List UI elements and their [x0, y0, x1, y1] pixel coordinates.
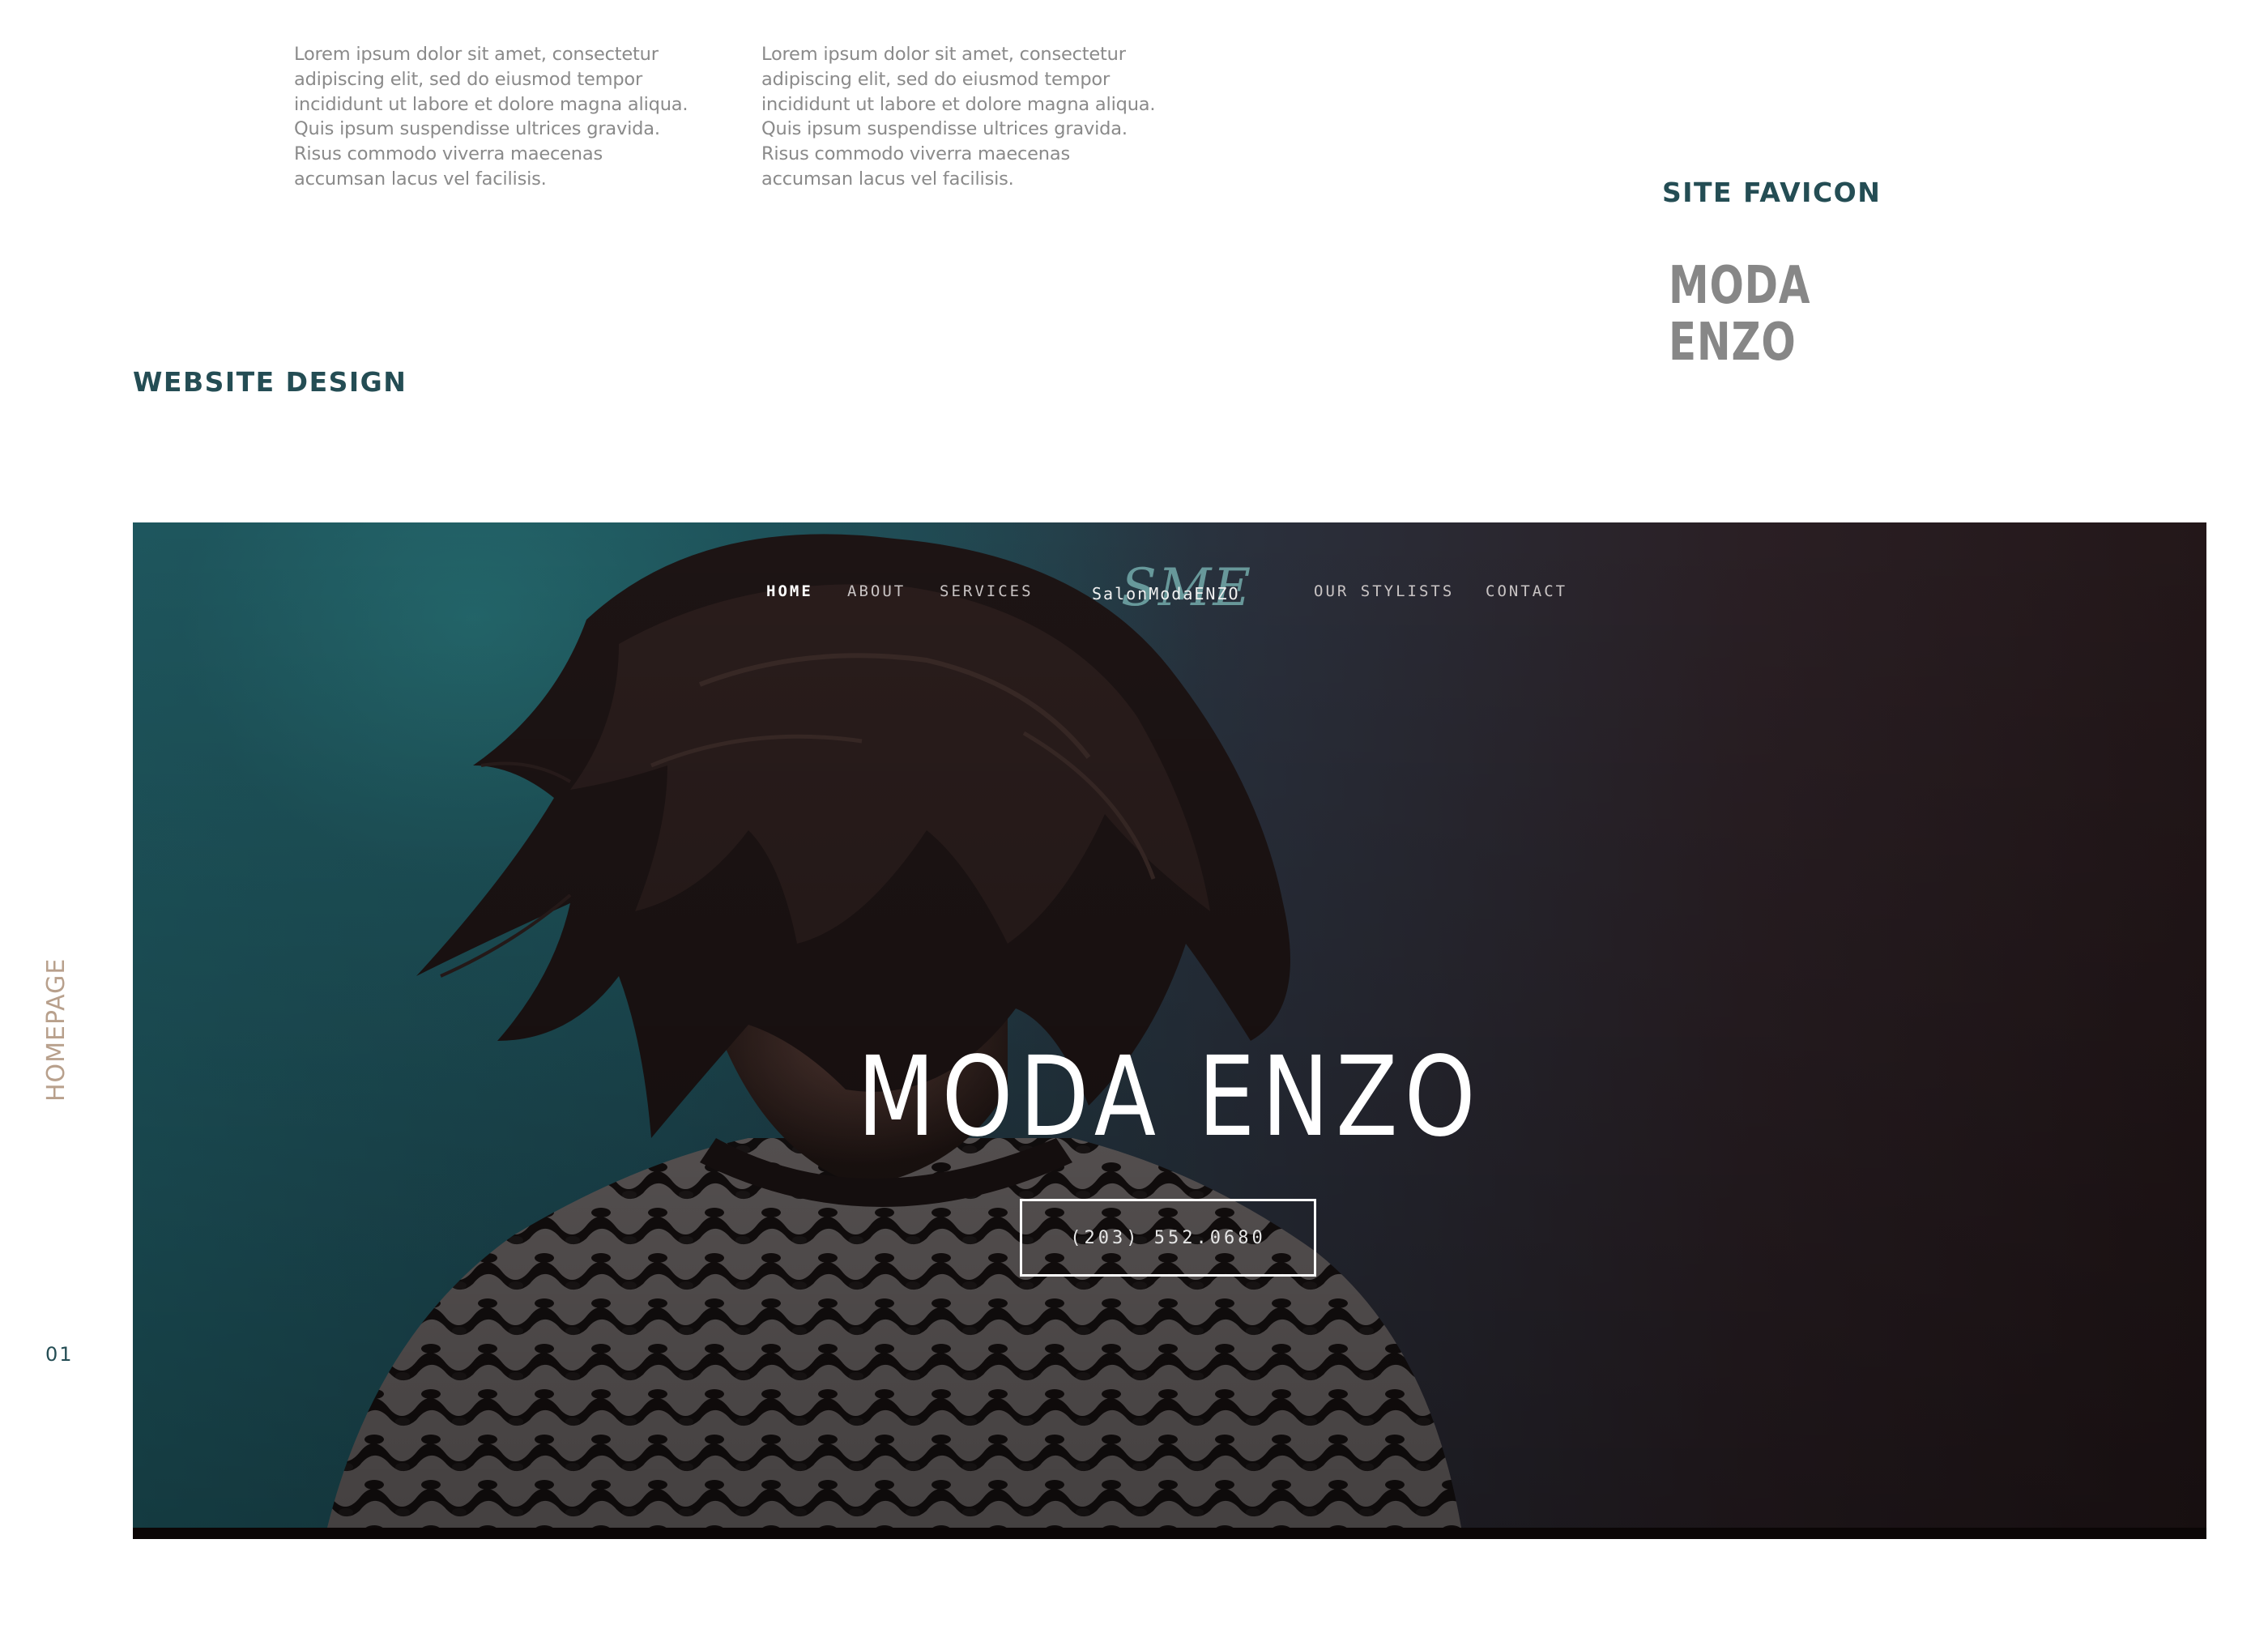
- paragraph-line: accumsan lacus vel facilisis.: [761, 168, 1014, 190]
- paragraph-line: incididunt ut labore et dolore magna ali…: [761, 93, 1156, 115]
- hero-title: MODA ENZO: [857, 1034, 1482, 1162]
- intro-paragraph-1: Lorem ipsum dolor sit amet, consectetur …: [294, 42, 699, 192]
- paragraph-line: adipiscing elit, sed do eiusmod tempor: [761, 68, 1111, 90]
- paragraph-line: Lorem ipsum dolor sit amet, consectetur: [761, 44, 1126, 65]
- page-number: 01: [45, 1343, 74, 1366]
- paragraph-line: adipiscing elit, sed do eiusmod tempor: [294, 68, 643, 90]
- favicon-logo-line: MODA: [1669, 256, 1811, 316]
- salon-logo-wordmark: SalonModaENZO: [1092, 584, 1240, 603]
- paragraph-line: Lorem ipsum dolor sit amet, consectetur: [294, 44, 659, 65]
- homepage-hero-mockup: HOME ABOUT SERVICES SME SalonModaENZO OU…: [133, 522, 2206, 1539]
- hero-nav: HOME ABOUT SERVICES SME SalonModaENZO OU…: [133, 558, 2206, 618]
- site-favicon-heading: SITE FAVICON: [1662, 177, 1882, 208]
- favicon-logo: MODA ENZO: [1669, 258, 1810, 371]
- paragraph-line: Quis ipsum suspendisse ultrices gravida.: [761, 118, 1128, 140]
- paragraph-line: Risus commodo viverra maecenas: [761, 143, 1070, 165]
- intro-paragraph-2: Lorem ipsum dolor sit amet, consectetur …: [761, 42, 1166, 192]
- paragraph-line: Quis ipsum suspendisse ultrices gravida.: [294, 118, 660, 140]
- phone-call-button[interactable]: (203) 552.0680: [1020, 1199, 1316, 1277]
- website-design-heading: WEBSITE DESIGN: [133, 366, 407, 398]
- hero-bottom-bar: [133, 1528, 2206, 1539]
- nav-home-link[interactable]: HOME: [766, 582, 813, 600]
- nav-services-link[interactable]: SERVICES: [940, 582, 1034, 600]
- salon-logo[interactable]: SME SalonModaENZO: [1082, 558, 1277, 626]
- homepage-side-label: HOMEPAGE: [42, 957, 70, 1102]
- hero-photo: [133, 522, 2206, 1528]
- paragraph-line: incididunt ut labore et dolore magna ali…: [294, 93, 688, 115]
- nav-stylists-link[interactable]: OUR STYLISTS: [1314, 582, 1454, 600]
- paragraph-line: Risus commodo viverra maecenas: [294, 143, 603, 165]
- nav-about-link[interactable]: ABOUT: [847, 582, 906, 600]
- nav-contact-link[interactable]: CONTACT: [1486, 582, 1567, 600]
- favicon-logo-line: ENZO: [1669, 313, 1797, 373]
- paragraph-line: accumsan lacus vel facilisis.: [294, 168, 547, 190]
